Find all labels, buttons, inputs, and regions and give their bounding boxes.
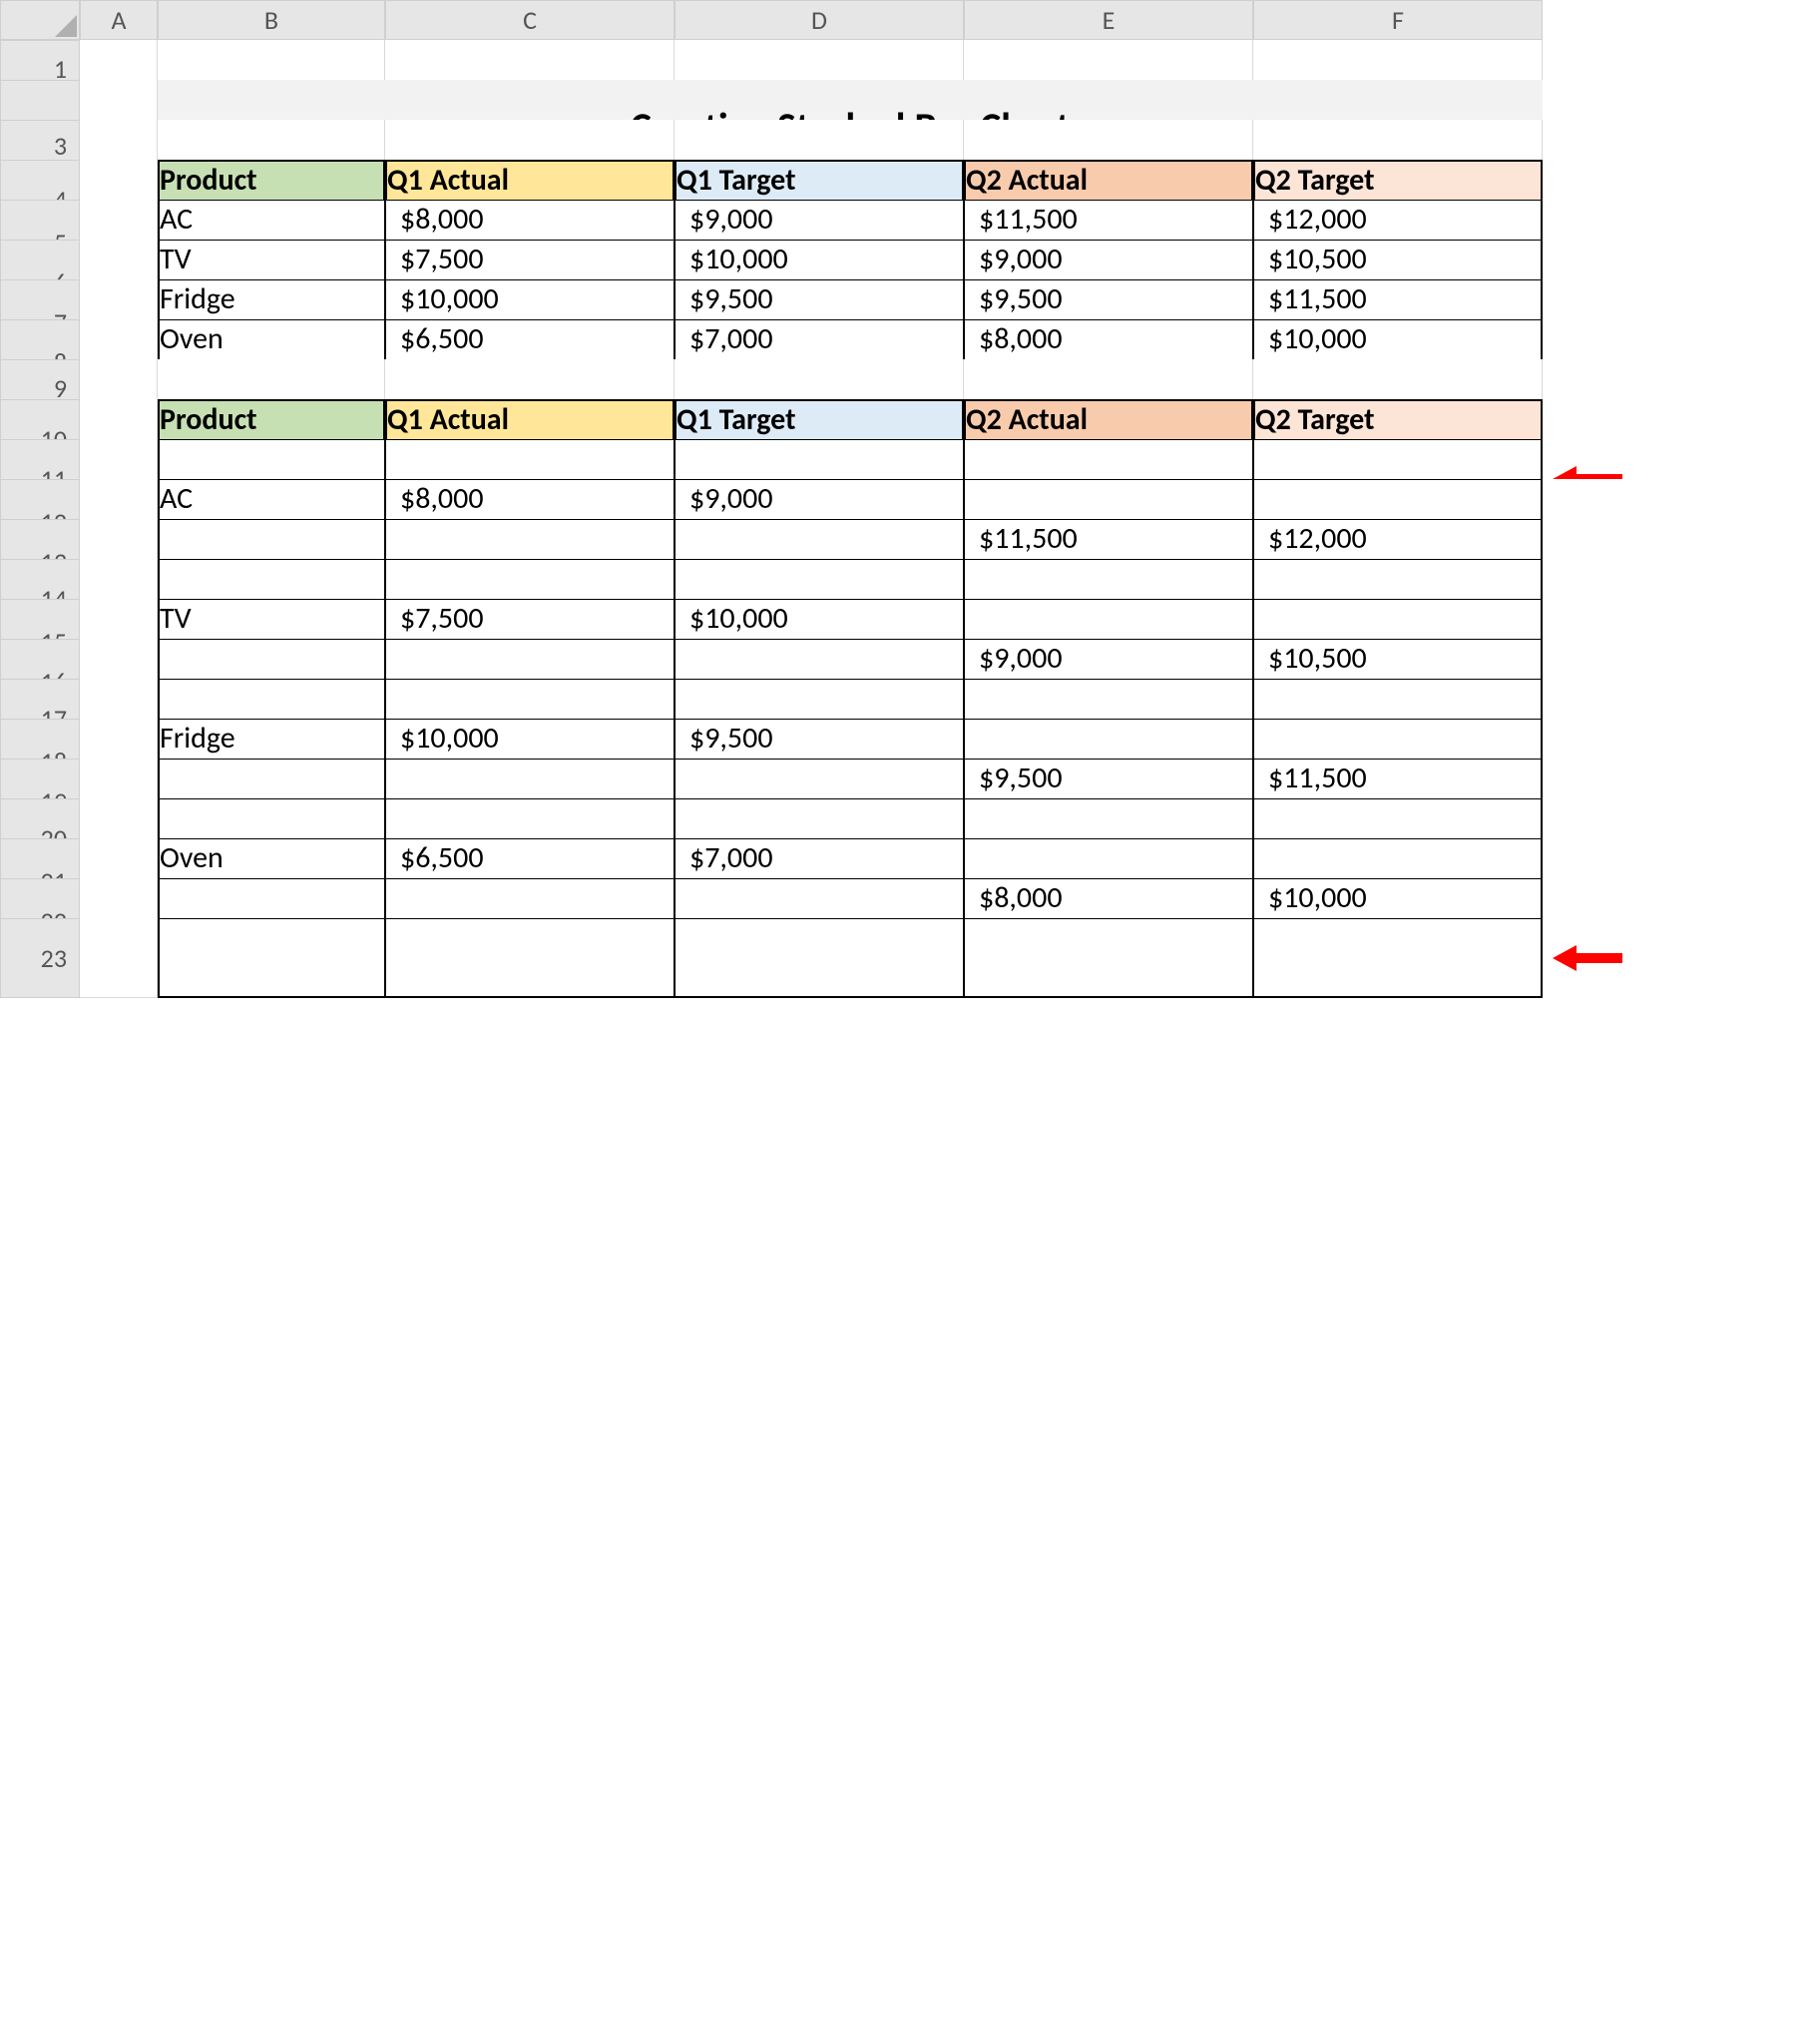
- currency-symbol: $: [400, 280, 415, 317]
- currency-symbol: $: [979, 280, 994, 317]
- currency-symbol: $: [1268, 879, 1283, 916]
- currency-value: 10,000: [415, 720, 499, 757]
- currency-value: 9,000: [994, 241, 1062, 277]
- currency-symbol: $: [400, 480, 415, 517]
- currency-value: 10,500: [1283, 241, 1367, 277]
- currency-symbol: $: [979, 201, 994, 238]
- col-header-E[interactable]: E: [964, 0, 1253, 40]
- currency-value: 10,000: [704, 241, 788, 277]
- col-header-D[interactable]: D: [675, 0, 964, 40]
- currency-symbol: $: [400, 320, 415, 357]
- currency-symbol: $: [1268, 760, 1283, 796]
- col-header-pad: [1543, 0, 1806, 40]
- table-cell-product[interactable]: [158, 918, 385, 998]
- table-cell[interactable]: [1253, 918, 1543, 998]
- currency-value: 11,500: [1283, 280, 1367, 317]
- currency-value: 7,000: [704, 320, 772, 357]
- currency-value: 8,000: [994, 879, 1062, 916]
- currency-symbol: $: [979, 320, 994, 357]
- table-cell[interactable]: [964, 918, 1253, 998]
- currency-value: 7,500: [415, 241, 483, 277]
- cell-A23[interactable]: [80, 918, 158, 998]
- currency-value: 9,500: [704, 720, 772, 757]
- currency-symbol: $: [979, 879, 994, 916]
- currency-value: 11,500: [994, 520, 1078, 557]
- currency-symbol: $: [689, 720, 704, 757]
- currency-symbol: $: [1268, 520, 1283, 557]
- col-header-B[interactable]: B: [158, 0, 385, 40]
- currency-value: 12,000: [1283, 520, 1367, 557]
- currency-symbol: $: [689, 320, 704, 357]
- spreadsheet-grid[interactable]: ABCDEF12Creating Stacked Bar Chart34Prod…: [0, 0, 1806, 958]
- currency-value: 10,500: [1283, 640, 1367, 677]
- currency-symbol: $: [400, 241, 415, 277]
- table-cell[interactable]: [675, 918, 964, 998]
- currency-value: 11,500: [994, 201, 1078, 238]
- currency-value: 7,500: [415, 600, 483, 637]
- currency-value: 12,000: [1283, 201, 1367, 238]
- currency-symbol: $: [1268, 201, 1283, 238]
- row-header-23[interactable]: 23: [0, 918, 80, 998]
- currency-symbol: $: [689, 201, 704, 238]
- currency-value: 9,500: [994, 280, 1062, 317]
- table-cell[interactable]: [385, 918, 675, 998]
- currency-symbol: $: [689, 839, 704, 876]
- currency-value: 9,000: [704, 480, 772, 517]
- col-header-A[interactable]: A: [80, 0, 158, 40]
- currency-symbol: $: [400, 600, 415, 637]
- currency-symbol: $: [1268, 241, 1283, 277]
- currency-value: 10,000: [704, 600, 788, 637]
- select-all-corner[interactable]: [0, 0, 80, 40]
- currency-value: 6,500: [415, 839, 483, 876]
- currency-symbol: $: [400, 720, 415, 757]
- currency-symbol: $: [1268, 280, 1283, 317]
- currency-value: 10,000: [1283, 879, 1367, 916]
- currency-symbol: $: [689, 600, 704, 637]
- currency-value: 9,000: [704, 201, 772, 238]
- currency-value: 6,500: [415, 320, 483, 357]
- currency-symbol: $: [689, 480, 704, 517]
- currency-symbol: $: [400, 839, 415, 876]
- currency-symbol: $: [979, 520, 994, 557]
- currency-value: 8,000: [415, 480, 483, 517]
- currency-value: 10,000: [1283, 320, 1367, 357]
- currency-symbol: $: [1268, 640, 1283, 677]
- currency-value: 11,500: [1283, 760, 1367, 796]
- currency-symbol: $: [1268, 320, 1283, 357]
- col-header-F[interactable]: F: [1253, 0, 1543, 40]
- currency-value: 8,000: [994, 320, 1062, 357]
- col-header-C[interactable]: C: [385, 0, 675, 40]
- currency-symbol: $: [400, 201, 415, 238]
- currency-symbol: $: [979, 760, 994, 796]
- arrow-left-icon: [1543, 918, 1806, 998]
- currency-symbol: $: [979, 241, 994, 277]
- currency-symbol: $: [689, 280, 704, 317]
- currency-value: 9,000: [994, 640, 1062, 677]
- currency-value: 9,500: [994, 760, 1062, 796]
- currency-value: 9,500: [704, 280, 772, 317]
- currency-value: 10,000: [415, 280, 499, 317]
- currency-symbol: $: [689, 241, 704, 277]
- currency-value: 8,000: [415, 201, 483, 238]
- currency-symbol: $: [979, 640, 994, 677]
- currency-value: 7,000: [704, 839, 772, 876]
